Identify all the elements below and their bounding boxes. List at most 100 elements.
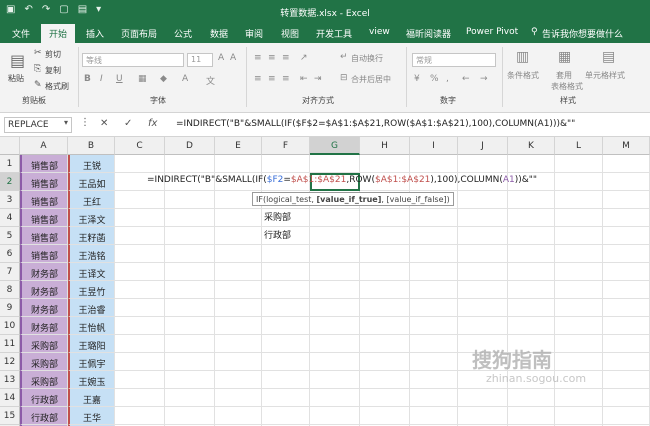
empty-cell[interactable] [165, 353, 215, 371]
empty-cell[interactable] [555, 281, 603, 299]
empty-cell[interactable] [310, 407, 360, 425]
empty-cell[interactable] [215, 407, 262, 425]
empty-cell[interactable] [215, 209, 262, 227]
cell-department[interactable]: 财务部 [20, 281, 68, 299]
increase-font-icon[interactable]: A [218, 53, 224, 63]
empty-cell[interactable] [262, 407, 310, 425]
empty-cell[interactable] [115, 191, 165, 209]
empty-cell[interactable] [310, 389, 360, 407]
empty-cell[interactable] [458, 155, 508, 173]
empty-cell[interactable] [360, 371, 410, 389]
empty-cell[interactable] [555, 353, 603, 371]
cell-department[interactable]: 销售部 [20, 155, 68, 173]
column-header-selected[interactable]: G [310, 137, 360, 155]
empty-cell[interactable] [115, 281, 165, 299]
wrap-text-button[interactable]: 自动换行 [351, 53, 383, 64]
column-header[interactable]: L [555, 137, 603, 155]
empty-cell[interactable] [555, 407, 603, 425]
empty-cell[interactable] [555, 191, 603, 209]
cell-name[interactable]: 王泽文 [68, 209, 115, 227]
empty-cell[interactable] [115, 353, 165, 371]
empty-cell[interactable] [262, 317, 310, 335]
cell-name[interactable]: 王昱竹 [68, 281, 115, 299]
row-header[interactable]: 1 [0, 155, 20, 173]
empty-cell[interactable] [165, 317, 215, 335]
column-header[interactable]: C [115, 137, 165, 155]
empty-cell[interactable] [603, 209, 650, 227]
empty-cell[interactable] [603, 353, 650, 371]
empty-cell[interactable] [165, 155, 215, 173]
tab-file[interactable]: 文件 [12, 27, 30, 40]
cell-name[interactable]: 王嘉 [68, 389, 115, 407]
tab-developer[interactable]: 开发工具 [316, 27, 352, 40]
row-header[interactable]: 15 [0, 407, 20, 425]
cell-department[interactable]: 财务部 [20, 263, 68, 281]
empty-cell[interactable] [508, 317, 555, 335]
row-header[interactable]: 8 [0, 281, 20, 299]
column-header[interactable]: A [20, 137, 68, 155]
column-header[interactable]: I [410, 137, 458, 155]
empty-cell[interactable] [410, 263, 458, 281]
empty-cell[interactable] [165, 281, 215, 299]
empty-cell[interactable] [310, 299, 360, 317]
empty-cell[interactable] [508, 155, 555, 173]
empty-cell[interactable] [603, 155, 650, 173]
empty-cell[interactable] [215, 353, 262, 371]
empty-cell[interactable] [410, 299, 458, 317]
empty-cell[interactable] [603, 299, 650, 317]
cell-name[interactable]: 王锐 [68, 155, 115, 173]
font-color-icon[interactable]: A [182, 74, 188, 84]
empty-cell[interactable] [115, 263, 165, 281]
empty-cell[interactable] [410, 245, 458, 263]
cell-styles-button[interactable]: 单元格样式 [585, 70, 625, 81]
empty-cell[interactable] [215, 389, 262, 407]
increase-decimal-icon[interactable]: ← [462, 74, 470, 84]
right-align-icon[interactable]: ≡ [282, 74, 290, 84]
row-header[interactable]: 7 [0, 263, 20, 281]
format-painter-button[interactable]: 格式刷 [45, 81, 69, 92]
cell-department[interactable]: 采购部 [20, 371, 68, 389]
empty-cell[interactable] [410, 335, 458, 353]
middle-align-icon[interactable]: ≡ [268, 53, 276, 63]
empty-cell[interactable] [262, 263, 310, 281]
enter-icon[interactable]: ✓ [124, 118, 132, 129]
empty-cell[interactable] [215, 155, 262, 173]
empty-cell[interactable] [310, 335, 360, 353]
empty-cell[interactable] [555, 335, 603, 353]
format-table-button[interactable]: 套用 [556, 70, 572, 81]
format-table-icon[interactable]: ▦ [558, 49, 571, 65]
empty-cell[interactable] [215, 335, 262, 353]
empty-cell[interactable] [508, 407, 555, 425]
empty-cell[interactable] [165, 245, 215, 263]
merge-icon[interactable]: ⊟ [340, 73, 348, 83]
empty-cell[interactable] [115, 317, 165, 335]
tab-formulas[interactable]: 公式 [174, 27, 192, 40]
row-header[interactable]: 5 [0, 227, 20, 245]
empty-cell[interactable] [262, 245, 310, 263]
empty-cell[interactable] [262, 155, 310, 173]
empty-cell[interactable] [360, 209, 410, 227]
empty-cell[interactable] [115, 245, 165, 263]
format-painter-icon[interactable]: ✎ [34, 80, 42, 90]
empty-cell[interactable] [310, 155, 360, 173]
empty-cell[interactable] [262, 389, 310, 407]
empty-cell[interactable] [603, 407, 650, 425]
tab-foxit[interactable]: 福昕阅读器 [406, 27, 451, 40]
cell-name[interactable]: 王华 [68, 407, 115, 425]
outdent-icon[interactable]: ⇥ [314, 74, 322, 84]
conditional-format-button[interactable]: 条件格式 [507, 70, 539, 81]
empty-cell[interactable] [360, 263, 410, 281]
empty-cell[interactable] [410, 209, 458, 227]
cell-department[interactable]: 财务部 [20, 299, 68, 317]
copy-icon[interactable]: ⎘ [34, 64, 41, 74]
empty-cell[interactable] [360, 335, 410, 353]
name-box[interactable]: REPLACE [4, 117, 72, 133]
format-table-button-line2[interactable]: 表格格式 [551, 81, 583, 92]
empty-cell[interactable] [165, 389, 215, 407]
empty-cell[interactable] [215, 299, 262, 317]
empty-cell[interactable] [458, 389, 508, 407]
tab-home[interactable]: 开始 [41, 24, 76, 43]
decrease-font-icon[interactable]: A [230, 53, 236, 63]
column-header[interactable]: E [215, 137, 262, 155]
cell-name[interactable]: 王籽菡 [68, 227, 115, 245]
